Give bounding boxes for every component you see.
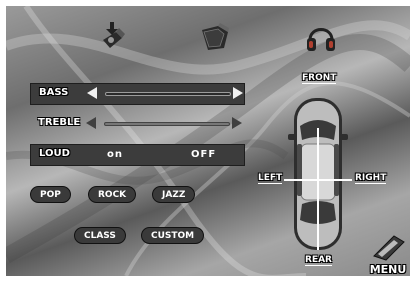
- menu-button[interactable]: MENU: [368, 232, 408, 276]
- bass-row: BASS: [30, 83, 245, 105]
- loud-row: LOUD on OFF: [30, 144, 245, 166]
- bass-slider[interactable]: [105, 92, 231, 96]
- speaker-icon[interactable]: [96, 20, 130, 54]
- menu-label: MENU: [369, 263, 407, 276]
- preset-jazz-button[interactable]: JAZZ: [152, 186, 196, 203]
- loud-off-option[interactable]: OFF: [191, 149, 216, 160]
- treble-slider[interactable]: [104, 122, 230, 126]
- balance-fader-car[interactable]: [284, 94, 352, 254]
- bass-increase-arrow-icon[interactable]: [233, 87, 243, 99]
- treble-label: TREBLE: [38, 117, 81, 128]
- rear-label[interactable]: REAR: [305, 255, 332, 266]
- treble-row: TREBLE: [30, 114, 245, 136]
- bass-decrease-arrow-icon[interactable]: [87, 87, 97, 99]
- treble-decrease-arrow-icon[interactable]: [86, 117, 96, 129]
- audio-settings-screen: BASS TREBLE LOUD on OFF POP ROCK JAZZ CL…: [6, 6, 410, 276]
- left-label[interactable]: LEFT: [258, 173, 283, 184]
- front-label[interactable]: FRONT: [302, 73, 337, 84]
- loud-label: LOUD: [39, 148, 70, 159]
- preset-custom-button[interactable]: CUSTOM: [141, 227, 205, 244]
- preset-rock-button[interactable]: ROCK: [88, 186, 137, 203]
- right-label[interactable]: RIGHT: [355, 173, 387, 184]
- subwoofer-icon[interactable]: [198, 20, 232, 54]
- treble-increase-arrow-icon[interactable]: [232, 117, 242, 129]
- menu-icon: [373, 235, 405, 261]
- preset-pop-button[interactable]: POP: [30, 186, 71, 203]
- bass-label: BASS: [39, 87, 69, 98]
- preset-class-button[interactable]: CLASS: [74, 227, 126, 244]
- loud-on-option[interactable]: on: [107, 149, 123, 160]
- headphones-icon[interactable]: [304, 20, 338, 54]
